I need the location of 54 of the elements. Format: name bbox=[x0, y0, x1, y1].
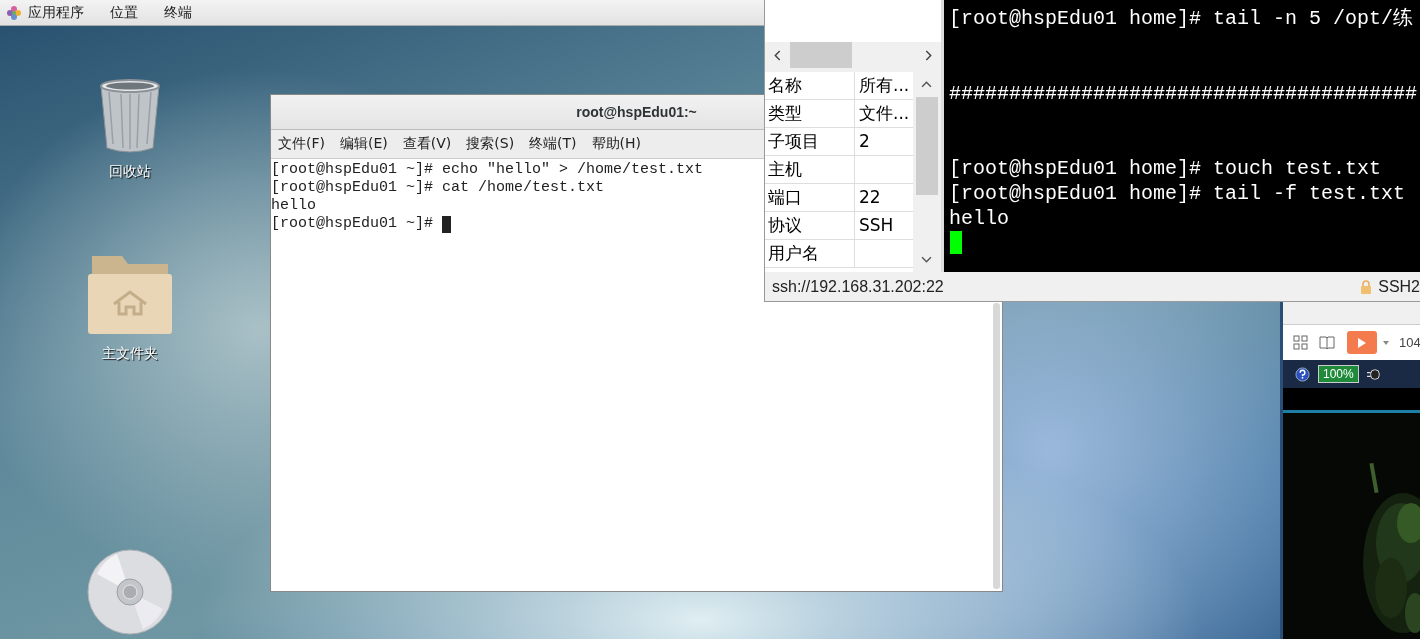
property-name: 端口 bbox=[765, 184, 855, 211]
protocol-label: SSH2 bbox=[1378, 277, 1420, 296]
top-menu[interactable]: 位置 bbox=[110, 3, 138, 22]
scrollbar[interactable] bbox=[993, 303, 1000, 589]
flower-icon[interactable] bbox=[7, 5, 21, 20]
property-value: 22 bbox=[858, 186, 882, 209]
window-title: root@hspEdu01:~ bbox=[576, 104, 697, 120]
property-name: 类型 bbox=[765, 100, 855, 127]
terminal-line: hello bbox=[271, 197, 316, 215]
scroll-right-icon[interactable] bbox=[925, 49, 932, 61]
property-value: 2 bbox=[858, 130, 871, 153]
terminal-line: [root@hspEdu01 ~]# bbox=[271, 215, 435, 233]
play-button[interactable] bbox=[1347, 331, 1377, 354]
caret-icon[interactable] bbox=[1383, 340, 1389, 345]
menu-item[interactable]: 文件(F) bbox=[278, 135, 325, 153]
menu-item[interactable]: 终端(T) bbox=[529, 135, 577, 153]
text-cursor bbox=[950, 231, 962, 254]
scroll-down-icon[interactable] bbox=[921, 256, 932, 263]
lock-icon bbox=[1360, 279, 1373, 294]
property-value: 文件... bbox=[858, 102, 911, 125]
menu-item[interactable]: 编辑(E) bbox=[340, 135, 388, 153]
desktop-icon-label[interactable]: 回收站 bbox=[109, 163, 151, 181]
battery-indicator: 100% bbox=[1318, 365, 1359, 383]
menu-item[interactable]: 查看(V) bbox=[402, 135, 452, 153]
terminal-line: [root@hspEdu01 home]# touch test.txt bbox=[949, 156, 1383, 181]
property-value: SSH bbox=[858, 214, 895, 237]
menu-item[interactable]: 帮助(H) bbox=[591, 135, 642, 153]
terminal-line: [root@hspEdu01 home]# tail -n 5 /opt/练 bbox=[949, 6, 1415, 31]
grid-icon[interactable] bbox=[1293, 334, 1309, 351]
property-name: 协议 bbox=[765, 212, 855, 239]
top-menu[interactable]: 应用程序 bbox=[28, 3, 84, 22]
property-name: 用户名 bbox=[765, 240, 855, 267]
help-icon[interactable] bbox=[1295, 366, 1310, 382]
terminal-line: hello bbox=[949, 206, 1010, 231]
toolbar-value: 104 bbox=[1399, 335, 1420, 350]
plug-icon bbox=[1366, 366, 1382, 382]
terminal-line: [root@hspEdu01 home]# tail -f test.txt bbox=[949, 181, 1407, 206]
menu-item[interactable]: 搜索(S) bbox=[466, 135, 515, 153]
trash-can-icon[interactable] bbox=[99, 78, 161, 154]
scroll-up-icon[interactable] bbox=[921, 81, 932, 88]
top-menu[interactable]: 终端 bbox=[164, 3, 192, 22]
scroll-left-icon[interactable] bbox=[774, 49, 781, 61]
book-icon[interactable] bbox=[1319, 334, 1335, 351]
property-name: 名称 bbox=[765, 72, 855, 99]
property-name: 主机 bbox=[765, 156, 855, 183]
terminal-line: [root@hspEdu01 ~]# cat /home/test.txt bbox=[271, 179, 605, 197]
property-value: 所有... bbox=[858, 74, 911, 97]
text-cursor bbox=[442, 215, 452, 233]
connection-address: ssh://192.168.31.202:22 bbox=[772, 277, 944, 296]
disc-icon[interactable] bbox=[87, 549, 173, 635]
terminal-line: ####################################### bbox=[949, 81, 1419, 106]
property-name: 子项目 bbox=[765, 128, 855, 155]
terminal-line: [root@hspEdu01 ~]# echo "hello" > /home/test.txt bbox=[271, 161, 704, 179]
play-icon bbox=[1357, 336, 1367, 349]
